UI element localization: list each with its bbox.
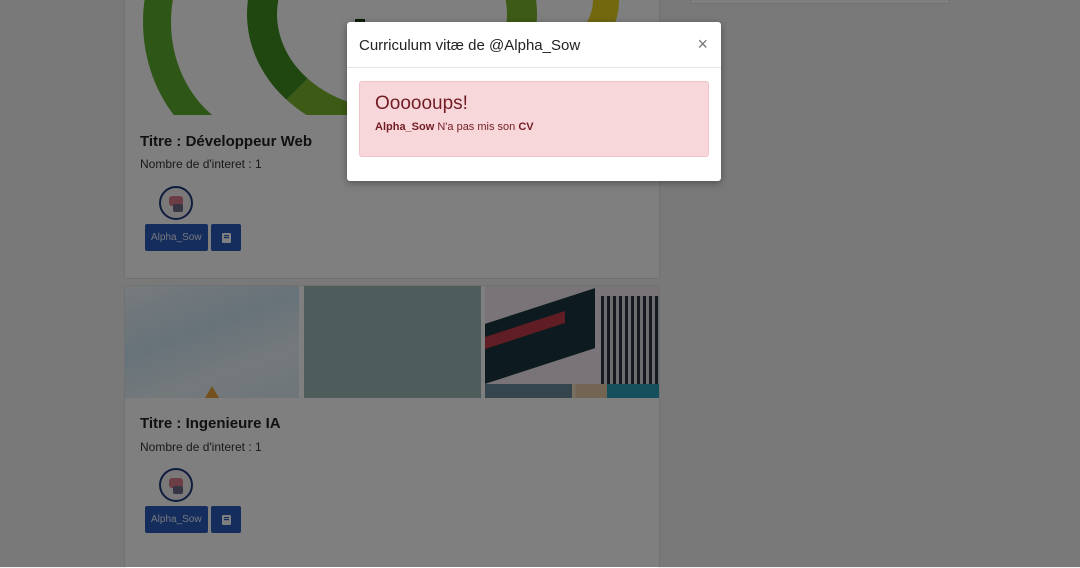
alert-cv: CV <box>518 121 534 133</box>
modal-header: Curriculum vitæ de @Alpha_Sow × <box>347 22 721 68</box>
alert-heading: Oooooups! <box>375 93 468 114</box>
alert-message-text: N'a pas mis son <box>434 121 519 133</box>
close-icon[interactable]: × <box>697 34 708 54</box>
alert-username: Alpha_Sow <box>375 121 435 133</box>
modal-title: Curriculum vitæ de @Alpha_Sow <box>359 37 581 54</box>
alert-message: Alpha_Sow N'a pas mis son CV <box>375 121 534 133</box>
cv-modal: Curriculum vitæ de @Alpha_Sow × Oooooups… <box>347 22 721 181</box>
alert-danger: Oooooups! Alpha_Sow N'a pas mis son CV <box>359 81 709 157</box>
